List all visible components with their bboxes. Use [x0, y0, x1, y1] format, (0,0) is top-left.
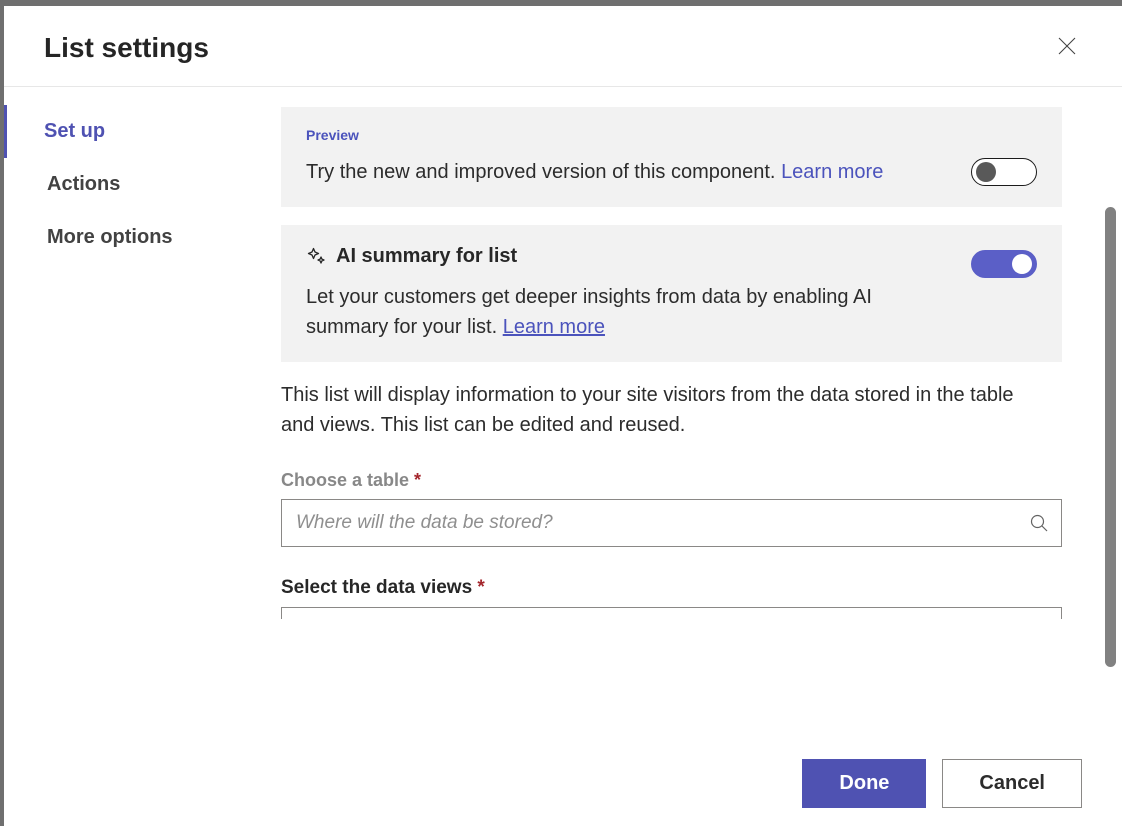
- preview-text: Try the new and improved version of this…: [306, 157, 883, 187]
- sidebar-item-actions[interactable]: Actions: [4, 158, 281, 211]
- choose-table-input-wrapper: [281, 499, 1062, 547]
- cancel-button[interactable]: Cancel: [942, 759, 1082, 808]
- required-indicator: *: [477, 577, 484, 598]
- main-content: Preview Try the new and improved version…: [281, 87, 1122, 741]
- sidebar-item-more-options[interactable]: More options: [4, 211, 281, 264]
- dialog-title: List settings: [44, 32, 209, 64]
- dialog-footer: Done Cancel: [4, 741, 1122, 826]
- required-indicator: *: [414, 470, 421, 490]
- choose-table-input[interactable]: [281, 499, 1062, 547]
- ai-card-header: AI summary for list: [306, 245, 1037, 282]
- list-description: This list will display information to yo…: [281, 380, 1062, 440]
- ai-card-title: AI summary for list: [336, 245, 517, 268]
- close-button[interactable]: [1052, 31, 1082, 64]
- dialog-header: List settings: [4, 6, 1122, 87]
- close-icon: [1058, 37, 1076, 55]
- choose-table-label: Choose a table *: [281, 470, 1062, 491]
- select-views-field: Select the data views *: [281, 577, 1062, 619]
- select-views-input[interactable]: [281, 607, 1062, 619]
- preview-row: Try the new and improved version of this…: [306, 157, 1037, 187]
- ai-summary-toggle[interactable]: [971, 250, 1037, 278]
- choose-table-field: Choose a table *: [281, 470, 1062, 547]
- ai-title-row: AI summary for list: [306, 245, 517, 268]
- sparkle-icon: [306, 247, 326, 267]
- preview-card: Preview Try the new and improved version…: [281, 107, 1062, 207]
- list-settings-dialog: List settings Set up Actions More option…: [4, 6, 1122, 826]
- done-button[interactable]: Done: [802, 759, 926, 808]
- preview-toggle[interactable]: [971, 158, 1037, 186]
- ai-card-text: Let your customers get deeper insights f…: [306, 282, 1037, 342]
- ai-learn-more-link[interactable]: Learn more: [503, 316, 605, 338]
- sidebar-item-setup[interactable]: Set up: [4, 105, 281, 158]
- select-views-label: Select the data views *: [281, 577, 1062, 599]
- preview-learn-more-link[interactable]: Learn more: [781, 161, 883, 183]
- dialog-body: Set up Actions More options Preview Try …: [4, 87, 1122, 741]
- ai-summary-card: AI summary for list Let your customers g…: [281, 225, 1062, 362]
- scrollbar[interactable]: [1105, 207, 1116, 667]
- preview-badge: Preview: [306, 127, 1037, 143]
- toggle-knob-icon: [976, 162, 996, 182]
- toggle-knob-icon: [1012, 254, 1032, 274]
- sidebar: Set up Actions More options: [4, 87, 281, 741]
